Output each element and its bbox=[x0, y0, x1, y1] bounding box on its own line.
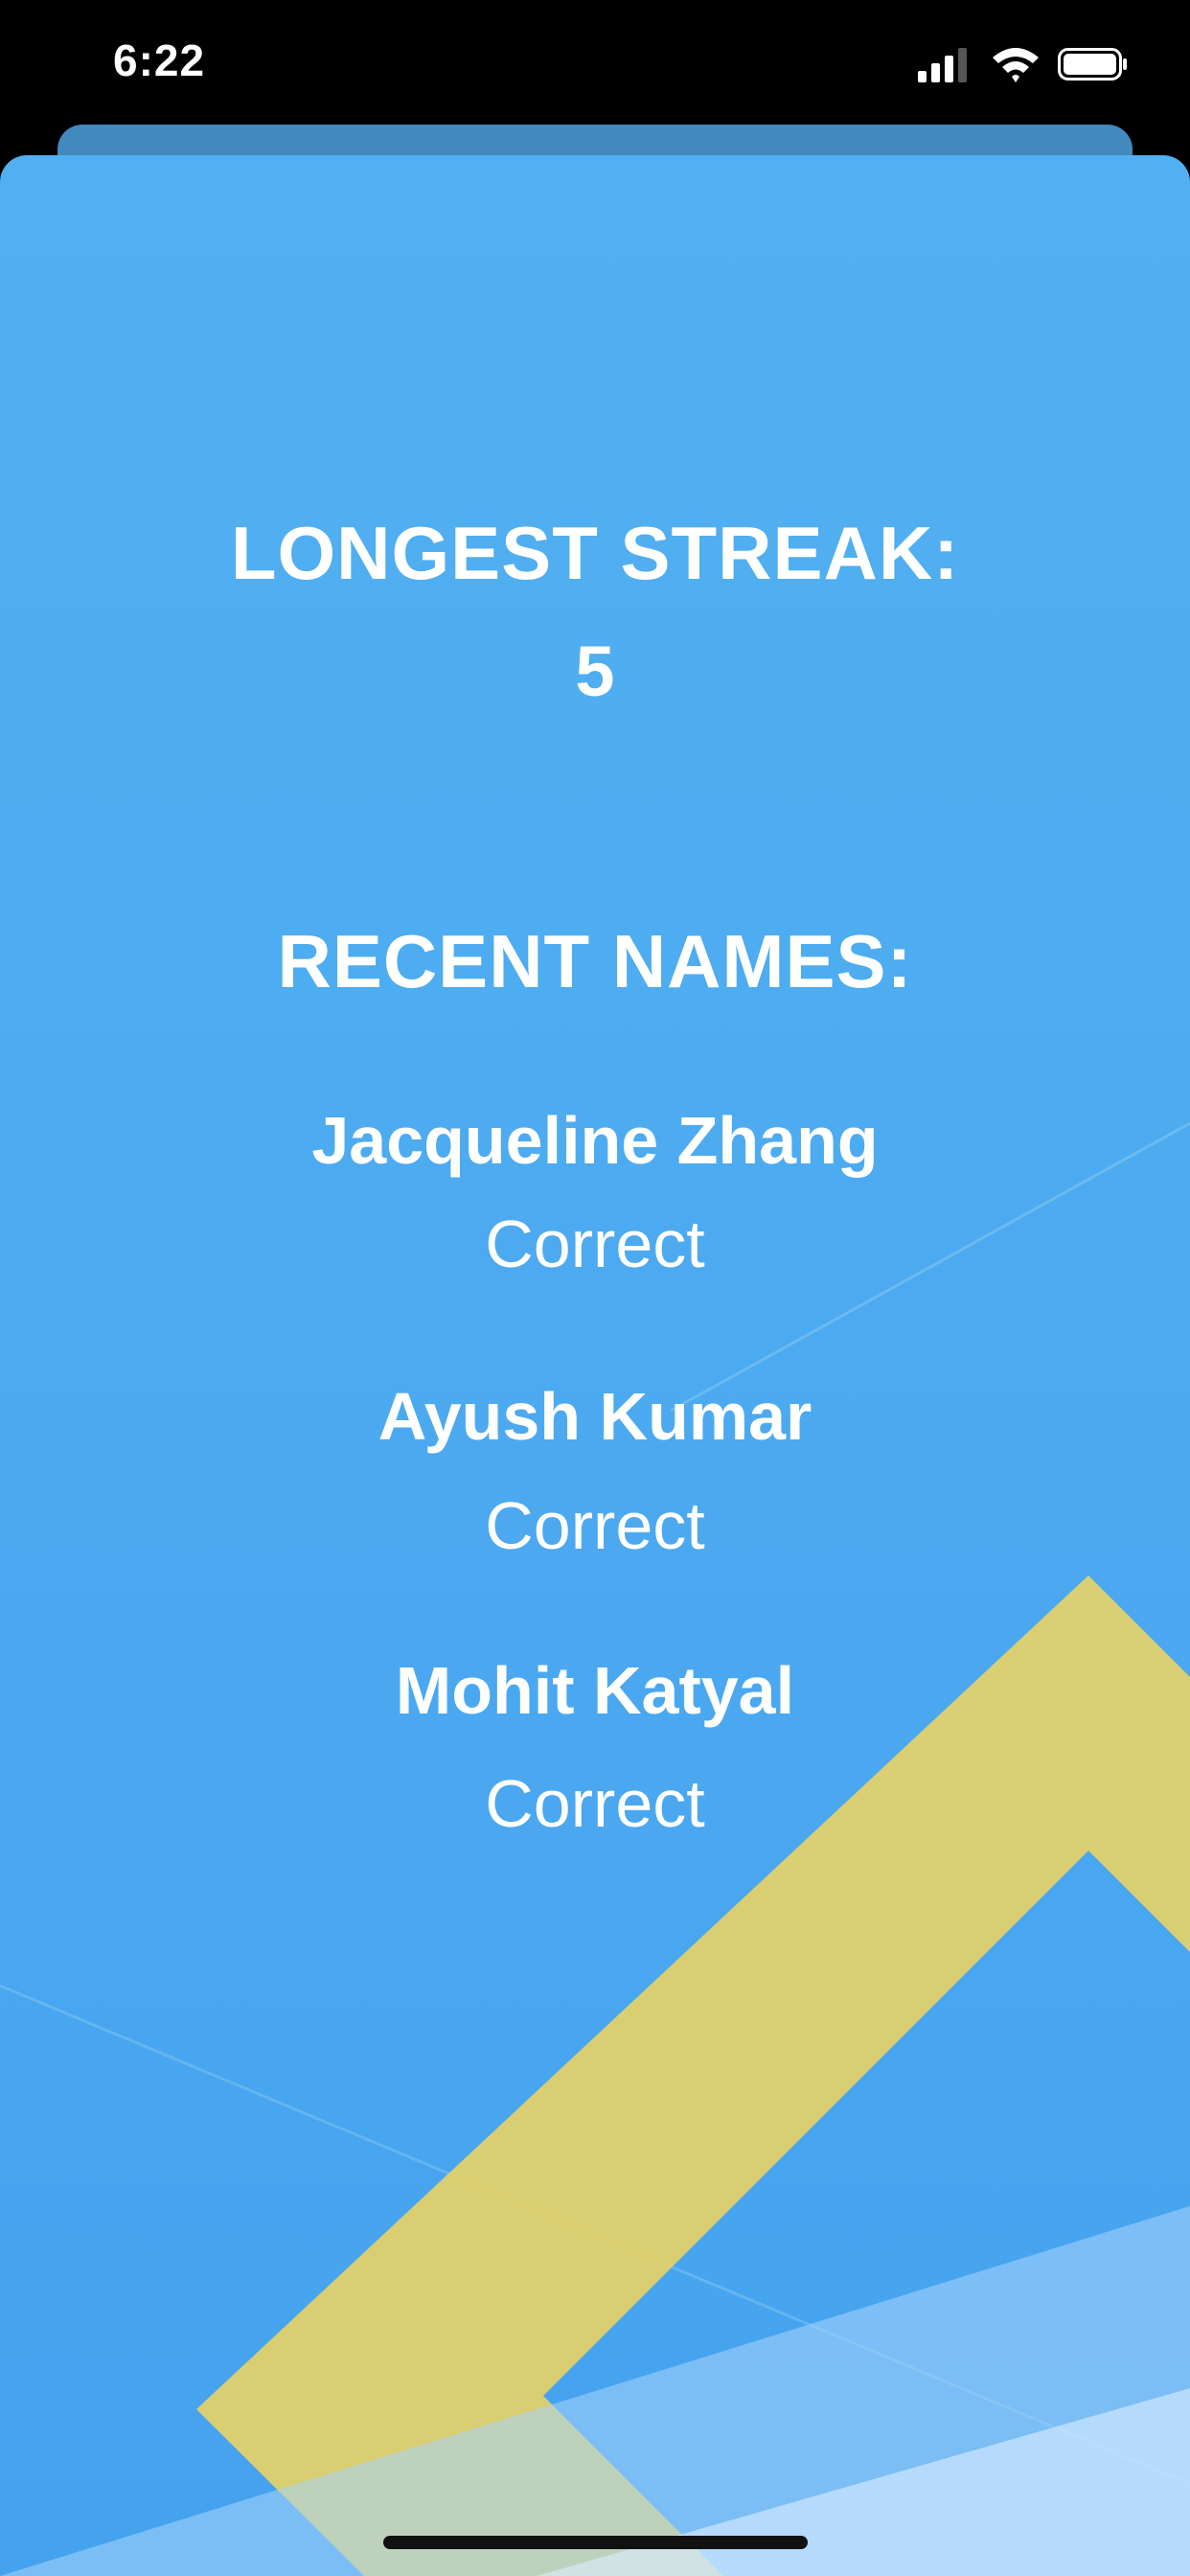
status-icons bbox=[918, 42, 1129, 84]
recent-name: Jacqueline Zhang bbox=[311, 1103, 879, 1178]
longest-streak-value: 5 bbox=[575, 632, 615, 711]
battery-icon bbox=[1058, 48, 1127, 80]
wifi-icon bbox=[993, 48, 1039, 82]
cellular-signal-icon bbox=[918, 48, 967, 82]
stats-sheet[interactable]: LONGEST STREAK: 5 RECENT NAMES: Jacqueli… bbox=[0, 155, 1190, 2576]
longest-streak-label: LONGEST STREAK: bbox=[230, 511, 960, 595]
status-time: 6:22 bbox=[113, 35, 206, 85]
recent-name: Ayush Kumar bbox=[378, 1379, 812, 1454]
home-indicator[interactable] bbox=[383, 2536, 808, 2549]
recent-result: Correct bbox=[485, 1488, 705, 1563]
recent-name: Mohit Katyal bbox=[395, 1653, 795, 1728]
recent-result: Correct bbox=[485, 1766, 705, 1841]
recent-names-label: RECENT NAMES: bbox=[277, 919, 913, 1003]
status-bar: 6:22 bbox=[0, 0, 1190, 125]
recent-result: Correct bbox=[485, 1207, 705, 1281]
